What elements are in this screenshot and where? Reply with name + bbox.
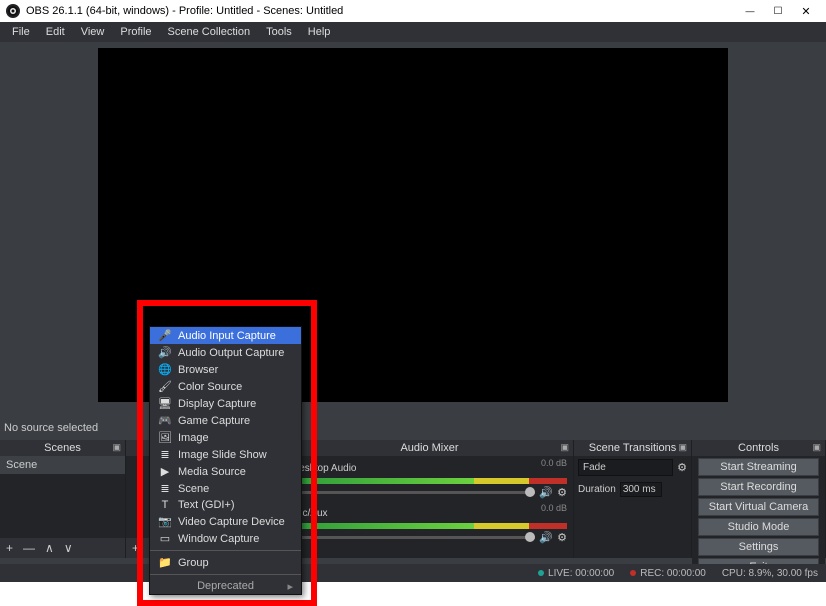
scenes-toolbar: + — ∧ ∨ bbox=[0, 538, 125, 558]
play-icon: ▶ bbox=[158, 465, 172, 478]
ctx-scene[interactable]: ≣Scene bbox=[150, 480, 301, 497]
mic-icon: 🎤 bbox=[158, 329, 172, 342]
volume-slider[interactable] bbox=[292, 536, 535, 539]
brush-icon: 🖌 bbox=[158, 380, 172, 393]
ctx-audio-output-capture[interactable]: 🔊Audio Output Capture bbox=[150, 344, 301, 361]
gear-icon[interactable]: ⚙ bbox=[677, 461, 687, 474]
volume-meter bbox=[292, 478, 567, 484]
transition-mode-select[interactable]: Fade bbox=[578, 459, 673, 476]
mixer-channel-mic: Mic/Aux 0.0 dB 🔊 ⚙ bbox=[286, 501, 573, 546]
transitions-title: Scene Transitions▣ bbox=[574, 440, 691, 456]
transitions-popout-icon[interactable]: ▣ bbox=[678, 442, 687, 453]
scene-remove-button[interactable]: — bbox=[23, 541, 35, 555]
live-dot-icon bbox=[538, 570, 544, 576]
status-rec: REC: 00:00:00 bbox=[630, 568, 706, 579]
obs-logo-icon bbox=[6, 4, 20, 18]
window-icon: ▭ bbox=[158, 532, 172, 545]
duration-label: Duration bbox=[578, 484, 616, 495]
close-button[interactable] bbox=[792, 0, 820, 22]
channel-db: 0.0 dB bbox=[541, 503, 567, 513]
ctx-image-slide-show[interactable]: ≣Image Slide Show bbox=[150, 446, 301, 463]
menu-profile[interactable]: Profile bbox=[114, 24, 157, 40]
ctx-image[interactable]: 🖼Image bbox=[150, 429, 301, 446]
scene-item[interactable]: Scene bbox=[0, 456, 125, 474]
audio-mixer-panel: Audio Mixer▣ Desktop Audio 0.0 dB 🔊 ⚙ Mi… bbox=[286, 440, 574, 558]
separator bbox=[150, 550, 301, 551]
speaker-icon[interactable]: 🔊 bbox=[539, 486, 553, 499]
speaker-icon[interactable]: 🔊 bbox=[539, 531, 553, 544]
ctx-media-source[interactable]: ▶Media Source bbox=[150, 463, 301, 480]
volume-slider[interactable] bbox=[292, 491, 535, 494]
duration-input[interactable] bbox=[620, 482, 662, 497]
scene-down-button[interactable]: ∨ bbox=[64, 541, 73, 555]
maximize-button[interactable] bbox=[764, 0, 792, 22]
ctx-browser[interactable]: 🌐Browser bbox=[150, 361, 301, 378]
mixer-title: Audio Mixer▣ bbox=[286, 440, 573, 456]
image-icon: 🖼 bbox=[158, 431, 172, 444]
scenes-title: Scenes▣ bbox=[0, 440, 125, 456]
mixer-popout-icon[interactable]: ▣ bbox=[560, 442, 569, 453]
menu-help[interactable]: Help bbox=[302, 24, 337, 40]
ctx-deprecated-submenu[interactable]: Deprecated bbox=[150, 578, 301, 594]
scenes-popout-icon[interactable]: ▣ bbox=[112, 442, 121, 453]
ctx-group[interactable]: 📁Group bbox=[150, 554, 301, 571]
docks: Scenes▣ Scene + — ∧ ∨ Sources▣ + — ⚙ ∧ ∨ bbox=[0, 440, 826, 558]
monitor-icon: 🖥 bbox=[158, 397, 172, 410]
scene-icon: ≣ bbox=[158, 482, 172, 495]
start-streaming-button[interactable]: Start Streaming bbox=[698, 458, 819, 476]
gear-icon[interactable]: ⚙ bbox=[557, 486, 567, 499]
menu-tools[interactable]: Tools bbox=[260, 24, 298, 40]
ctx-color-source[interactable]: 🖌Color Source bbox=[150, 378, 301, 395]
start-virtual-camera-button[interactable]: Start Virtual Camera bbox=[698, 498, 819, 516]
status-live: LIVE: 00:00:00 bbox=[538, 568, 614, 579]
scene-up-button[interactable]: ∧ bbox=[45, 541, 54, 555]
menu-file[interactable]: File bbox=[6, 24, 36, 40]
menu-edit[interactable]: Edit bbox=[40, 24, 71, 40]
ctx-game-capture[interactable]: 🎮Game Capture bbox=[150, 412, 301, 429]
scene-add-button[interactable]: + bbox=[6, 541, 13, 555]
gear-icon[interactable]: ⚙ bbox=[557, 531, 567, 544]
titlebar: OBS 26.1.1 (64-bit, windows) - Profile: … bbox=[0, 0, 826, 22]
ctx-text-gdi[interactable]: TText (GDI+) bbox=[150, 497, 301, 513]
ctx-video-capture-device[interactable]: 📷Video Capture Device bbox=[150, 513, 301, 530]
rec-dot-icon bbox=[630, 570, 636, 576]
slides-icon: ≣ bbox=[158, 448, 172, 461]
text-icon: T bbox=[158, 499, 172, 511]
camera-icon: 📷 bbox=[158, 515, 172, 528]
mixer-channel-desktop: Desktop Audio 0.0 dB 🔊 ⚙ bbox=[286, 456, 573, 501]
folder-icon: 📁 bbox=[158, 556, 172, 569]
globe-icon: 🌐 bbox=[158, 363, 172, 376]
speaker-icon: 🔊 bbox=[158, 346, 172, 359]
menubar: File Edit View Profile Scene Collection … bbox=[0, 22, 826, 42]
ctx-display-capture[interactable]: 🖥Display Capture bbox=[150, 395, 301, 412]
menu-scene-collection[interactable]: Scene Collection bbox=[162, 24, 257, 40]
studio-mode-button[interactable]: Studio Mode bbox=[698, 518, 819, 536]
status-cpu: CPU: 8.9%, 30.00 fps bbox=[722, 568, 818, 579]
gamepad-icon: 🎮 bbox=[158, 414, 172, 427]
add-source-menu: 🎤Audio Input Capture 🔊Audio Output Captu… bbox=[149, 326, 302, 595]
volume-meter bbox=[292, 523, 567, 529]
menu-view[interactable]: View bbox=[75, 24, 111, 40]
controls-popout-icon[interactable]: ▣ bbox=[812, 442, 821, 453]
start-recording-button[interactable]: Start Recording bbox=[698, 478, 819, 496]
controls-panel: Controls▣ Start Streaming Start Recordin… bbox=[692, 440, 826, 558]
statusbar: LIVE: 00:00:00 REC: 00:00:00 CPU: 8.9%, … bbox=[0, 564, 826, 582]
transitions-panel: Scene Transitions▣ Fade ⚙ Duration bbox=[574, 440, 692, 558]
controls-title: Controls▣ bbox=[692, 440, 825, 456]
ctx-audio-input-capture[interactable]: 🎤Audio Input Capture bbox=[150, 327, 301, 344]
separator bbox=[150, 574, 301, 575]
no-source-label: No source selected bbox=[4, 422, 98, 434]
scenes-panel: Scenes▣ Scene + — ∧ ∨ bbox=[0, 440, 126, 558]
channel-db: 0.0 dB bbox=[541, 458, 567, 468]
ctx-window-capture[interactable]: ▭Window Capture bbox=[150, 530, 301, 547]
minimize-button[interactable] bbox=[736, 0, 764, 22]
settings-button[interactable]: Settings bbox=[698, 538, 819, 556]
app-body: No source selected Scenes▣ Scene + — ∧ ∨… bbox=[0, 42, 826, 582]
window-title: OBS 26.1.1 (64-bit, windows) - Profile: … bbox=[26, 5, 736, 17]
